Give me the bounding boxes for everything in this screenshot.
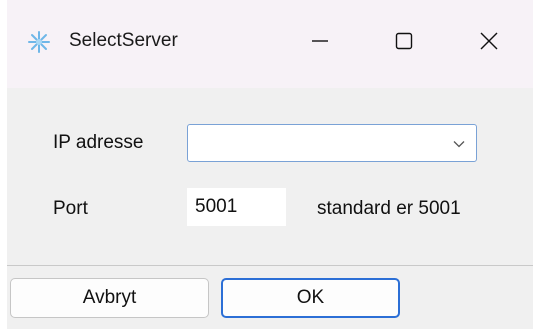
chevron-down-icon[interactable] bbox=[452, 137, 466, 151]
maximize-icon bbox=[394, 31, 414, 56]
snowflake-icon bbox=[27, 30, 51, 54]
port-input[interactable] bbox=[193, 194, 283, 220]
ip-address-input[interactable] bbox=[194, 131, 438, 157]
select-server-dialog: SelectServer IP adresse Port 5001 standa… bbox=[7, 0, 533, 329]
port-field[interactable] bbox=[187, 188, 286, 226]
ip-address-combobox[interactable] bbox=[187, 124, 477, 162]
settings-panel: IP adresse Port standard er 5001 bbox=[7, 88, 533, 266]
ok-button[interactable]: OK bbox=[221, 278, 400, 318]
title-bar[interactable]: SelectServer bbox=[7, 0, 533, 88]
window-title: SelectServer bbox=[69, 30, 178, 51]
port-default-hint: standard er 5001 bbox=[317, 198, 461, 219]
ip-address-label: IP adresse bbox=[53, 132, 144, 153]
maximize-button[interactable] bbox=[376, 20, 432, 66]
port-label: Port bbox=[53, 198, 88, 219]
close-button[interactable] bbox=[461, 20, 517, 66]
cancel-button[interactable]: Avbryt bbox=[10, 278, 209, 318]
minimize-button[interactable] bbox=[292, 20, 348, 66]
close-icon bbox=[479, 31, 499, 56]
minimize-icon bbox=[310, 31, 330, 56]
